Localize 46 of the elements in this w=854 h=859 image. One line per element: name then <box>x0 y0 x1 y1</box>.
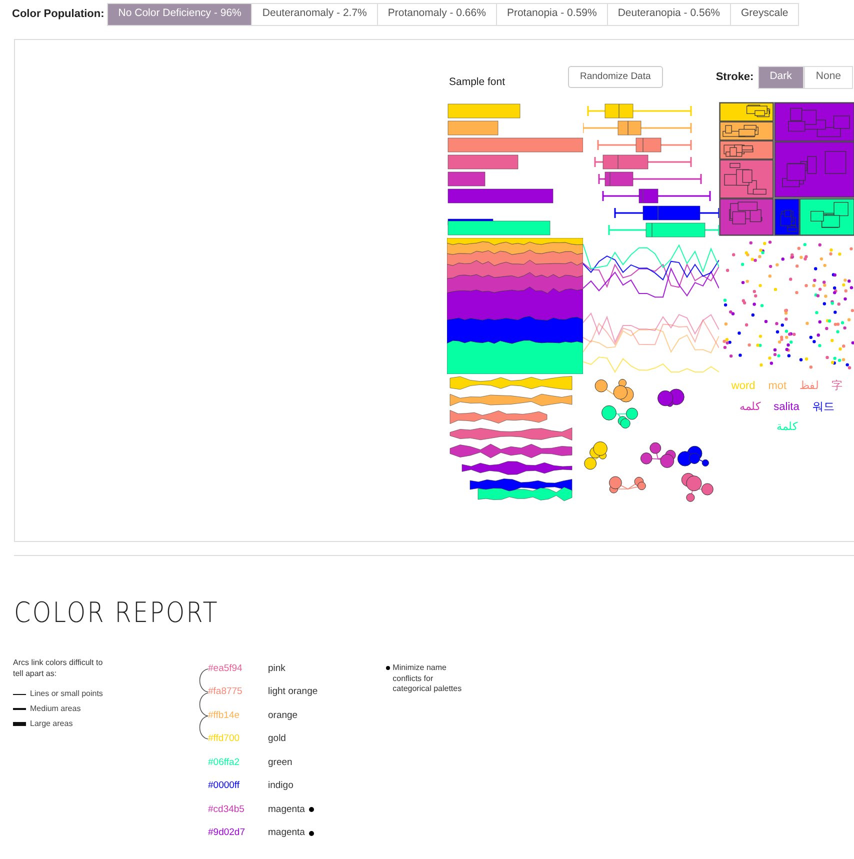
sample-word: 字 <box>832 378 843 394</box>
color-name: indigo <box>268 779 294 794</box>
population-tab[interactable]: Deuteranopia - 0.56% <box>606 2 731 26</box>
sample-word: salita <box>774 400 800 414</box>
report-note: Minimize name conflicts for categorical palettes <box>392 663 463 694</box>
color-hex: #ea5f94 <box>208 662 244 676</box>
population-tab[interactable]: Deuteranomaly - 2.7% <box>251 2 378 26</box>
line-weight-icon <box>13 708 26 710</box>
population-tab[interactable]: Greyscale <box>730 2 800 26</box>
sample-word: كلمة <box>776 420 799 435</box>
stroke-label: Stroke: <box>716 70 754 85</box>
color-name: magenta <box>268 826 305 840</box>
color-hex: #9d02d7 <box>208 826 246 840</box>
color-hex: #fa8775 <box>208 685 244 700</box>
population-tab[interactable]: Protanopia - 0.59% <box>496 2 608 26</box>
sample-word: word <box>731 379 756 394</box>
report-title: COLOR REPORT <box>14 596 219 630</box>
legend-label: Lines or small points <box>30 688 103 700</box>
sample-word: لفظ <box>800 379 819 394</box>
color-name: orange <box>268 708 298 723</box>
population-label: Color Population: <box>12 6 104 22</box>
color-hex: #06ffa2 <box>208 756 241 770</box>
stroke-toggle[interactable]: None <box>804 66 853 88</box>
sample-word: کلمه <box>740 400 761 414</box>
color-name: green <box>268 756 292 770</box>
legend-label: Medium areas <box>30 703 81 715</box>
bar <box>448 172 486 186</box>
line-weight-icon <box>13 722 26 726</box>
color-name: pink <box>268 662 286 676</box>
color-hex: #ffb14e <box>208 708 241 723</box>
color-name: gold <box>268 732 286 746</box>
color-hex: #ffd700 <box>208 732 241 746</box>
color-name: magenta <box>268 802 305 817</box>
legend-intro: Arcs link colors difficult to tell apart as: <box>13 657 104 679</box>
sample-font-text: Sample font <box>449 75 506 90</box>
bar <box>448 120 498 136</box>
randomize-button[interactable]: Randomize Data <box>568 66 663 88</box>
bar <box>448 154 518 170</box>
sample-word: mot <box>768 379 787 394</box>
color-hex: #cd34b5 <box>208 802 246 817</box>
legend-label: Large areas <box>30 718 73 730</box>
sample-word: 워드 <box>812 400 834 414</box>
color-hex: #0000ff <box>208 779 241 794</box>
color-name: light orange <box>268 685 318 700</box>
population-tab[interactable]: Protanomaly - 0.66% <box>376 2 497 26</box>
bullet-icon <box>386 666 390 670</box>
